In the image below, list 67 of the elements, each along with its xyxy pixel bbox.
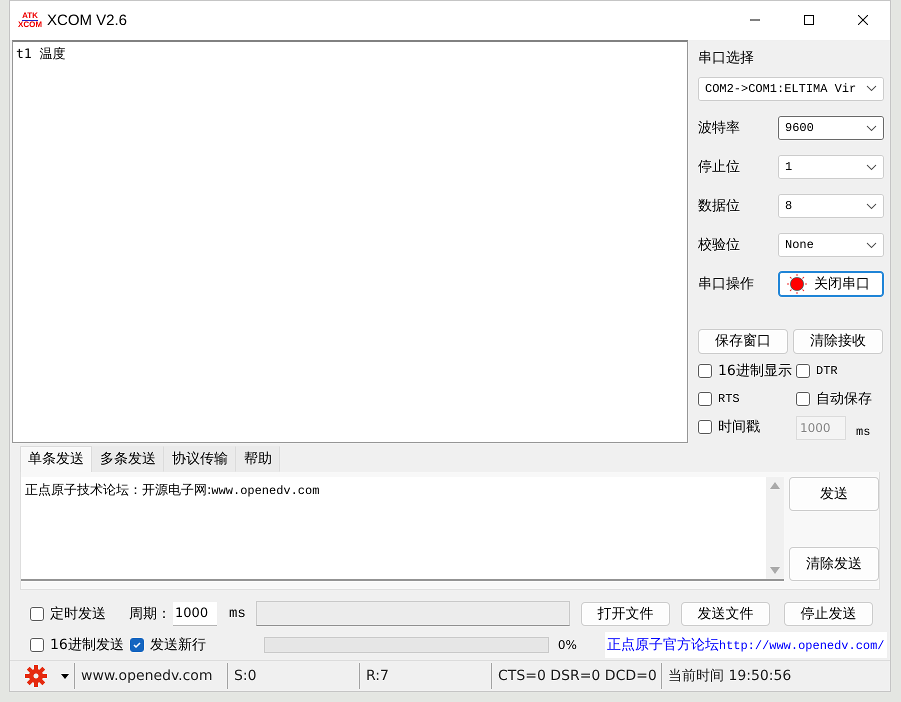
port-label: 串口选择 bbox=[698, 48, 755, 68]
send-button[interactable]: 清除发送 bbox=[789, 547, 879, 582]
period-label: 周期： bbox=[129, 604, 171, 623]
tab[interactable]: 单条发送 bbox=[20, 446, 92, 472]
tab[interactable]: 帮助 bbox=[236, 446, 280, 472]
lamp-icon bbox=[786, 273, 808, 296]
field-label: 数据位 bbox=[698, 197, 741, 216]
status-text: R:7 bbox=[359, 663, 491, 690]
checkbox[interactable] bbox=[698, 392, 712, 406]
field-label: 校验位 bbox=[698, 236, 741, 256]
progress-text: 0% bbox=[558, 638, 577, 652]
option-label: 时间戳 bbox=[718, 418, 760, 436]
send-text-area[interactable]: 正点原子技术论坛：开源电子网:www.openedv.com bbox=[21, 477, 784, 582]
receive-area[interactable]: t1 温度 bbox=[12, 40, 688, 444]
window-title: XCOM V2.6 bbox=[47, 12, 128, 29]
maximize-icon[interactable] bbox=[804, 15, 814, 26]
panel-button[interactable]: 保存窗口 bbox=[698, 328, 788, 354]
checkbox[interactable] bbox=[698, 364, 712, 378]
status-text: S:0 bbox=[227, 663, 359, 690]
check-icon bbox=[132, 640, 142, 650]
close-icon[interactable] bbox=[858, 15, 868, 26]
checkbox[interactable] bbox=[30, 606, 44, 621]
checkbox[interactable] bbox=[796, 364, 810, 378]
tab[interactable]: 多条发送 bbox=[92, 446, 164, 472]
checkbox[interactable] bbox=[30, 638, 44, 652]
caret-icon[interactable] bbox=[61, 674, 69, 679]
period-field[interactable]: 1000 bbox=[173, 602, 217, 626]
forum-link[interactable]: 正点原子官方论坛http://www.openedv.com/ bbox=[604, 632, 887, 658]
gear-icon[interactable] bbox=[25, 665, 47, 688]
checkbox[interactable] bbox=[130, 638, 144, 652]
checkbox[interactable] bbox=[796, 392, 810, 406]
chevron-down-icon bbox=[866, 202, 877, 210]
option-label: 16进制显示 bbox=[718, 362, 792, 380]
file-button[interactable]: 停止发送 bbox=[784, 602, 873, 626]
chevron-down-icon bbox=[866, 164, 877, 171]
unit-label: ms bbox=[856, 424, 870, 439]
option-label: 发送新行 bbox=[150, 636, 206, 654]
setting-dropdown[interactable]: 9600 bbox=[778, 116, 884, 140]
option-label: 自动保存 bbox=[816, 390, 872, 408]
option-label: 16进制发送 bbox=[50, 636, 124, 654]
chevron-down-icon bbox=[866, 242, 877, 249]
status-text: 当前时间 19:50:56 bbox=[661, 663, 881, 690]
tab[interactable]: 协议传输 bbox=[164, 446, 236, 472]
send-text: 正点原子技术论坛：开源电子网:www.openedv.com bbox=[25, 483, 320, 498]
setting-dropdown[interactable]: None bbox=[778, 233, 884, 258]
received-text: t1 温度 bbox=[16, 46, 66, 63]
option-label: DTR bbox=[816, 364, 838, 378]
status-text: CTS=0 DSR=0 DCD=0 bbox=[491, 663, 661, 690]
field-label: 串口操作 bbox=[698, 275, 755, 294]
file-button[interactable]: 打开文件 bbox=[580, 602, 670, 626]
port-dropdown[interactable]: COM2->COM1:ELTIMA Vir bbox=[698, 76, 884, 101]
setting-dropdown[interactable]: 8 bbox=[778, 194, 884, 218]
option-label: RTS bbox=[718, 392, 740, 406]
app-logo: ATK XCOM bbox=[19, 12, 41, 29]
checkbox[interactable] bbox=[698, 420, 712, 434]
unit-label: ms bbox=[229, 606, 246, 622]
option-label: 定时发送 bbox=[50, 604, 106, 623]
chevron-down-icon bbox=[866, 124, 877, 132]
status-text: www.openedv.com bbox=[74, 663, 227, 690]
field-label: 波特率 bbox=[698, 119, 741, 138]
file-button[interactable]: 发送文件 bbox=[680, 602, 770, 626]
chevron-down-icon bbox=[866, 85, 877, 92]
close-port-button[interactable]: 关闭串口 bbox=[778, 271, 884, 298]
send-button[interactable]: 发送 bbox=[789, 477, 879, 512]
setting-dropdown[interactable]: 1 bbox=[778, 155, 884, 180]
panel-button[interactable]: 清除接收 bbox=[793, 328, 883, 354]
field-label: 停止位 bbox=[698, 158, 741, 178]
